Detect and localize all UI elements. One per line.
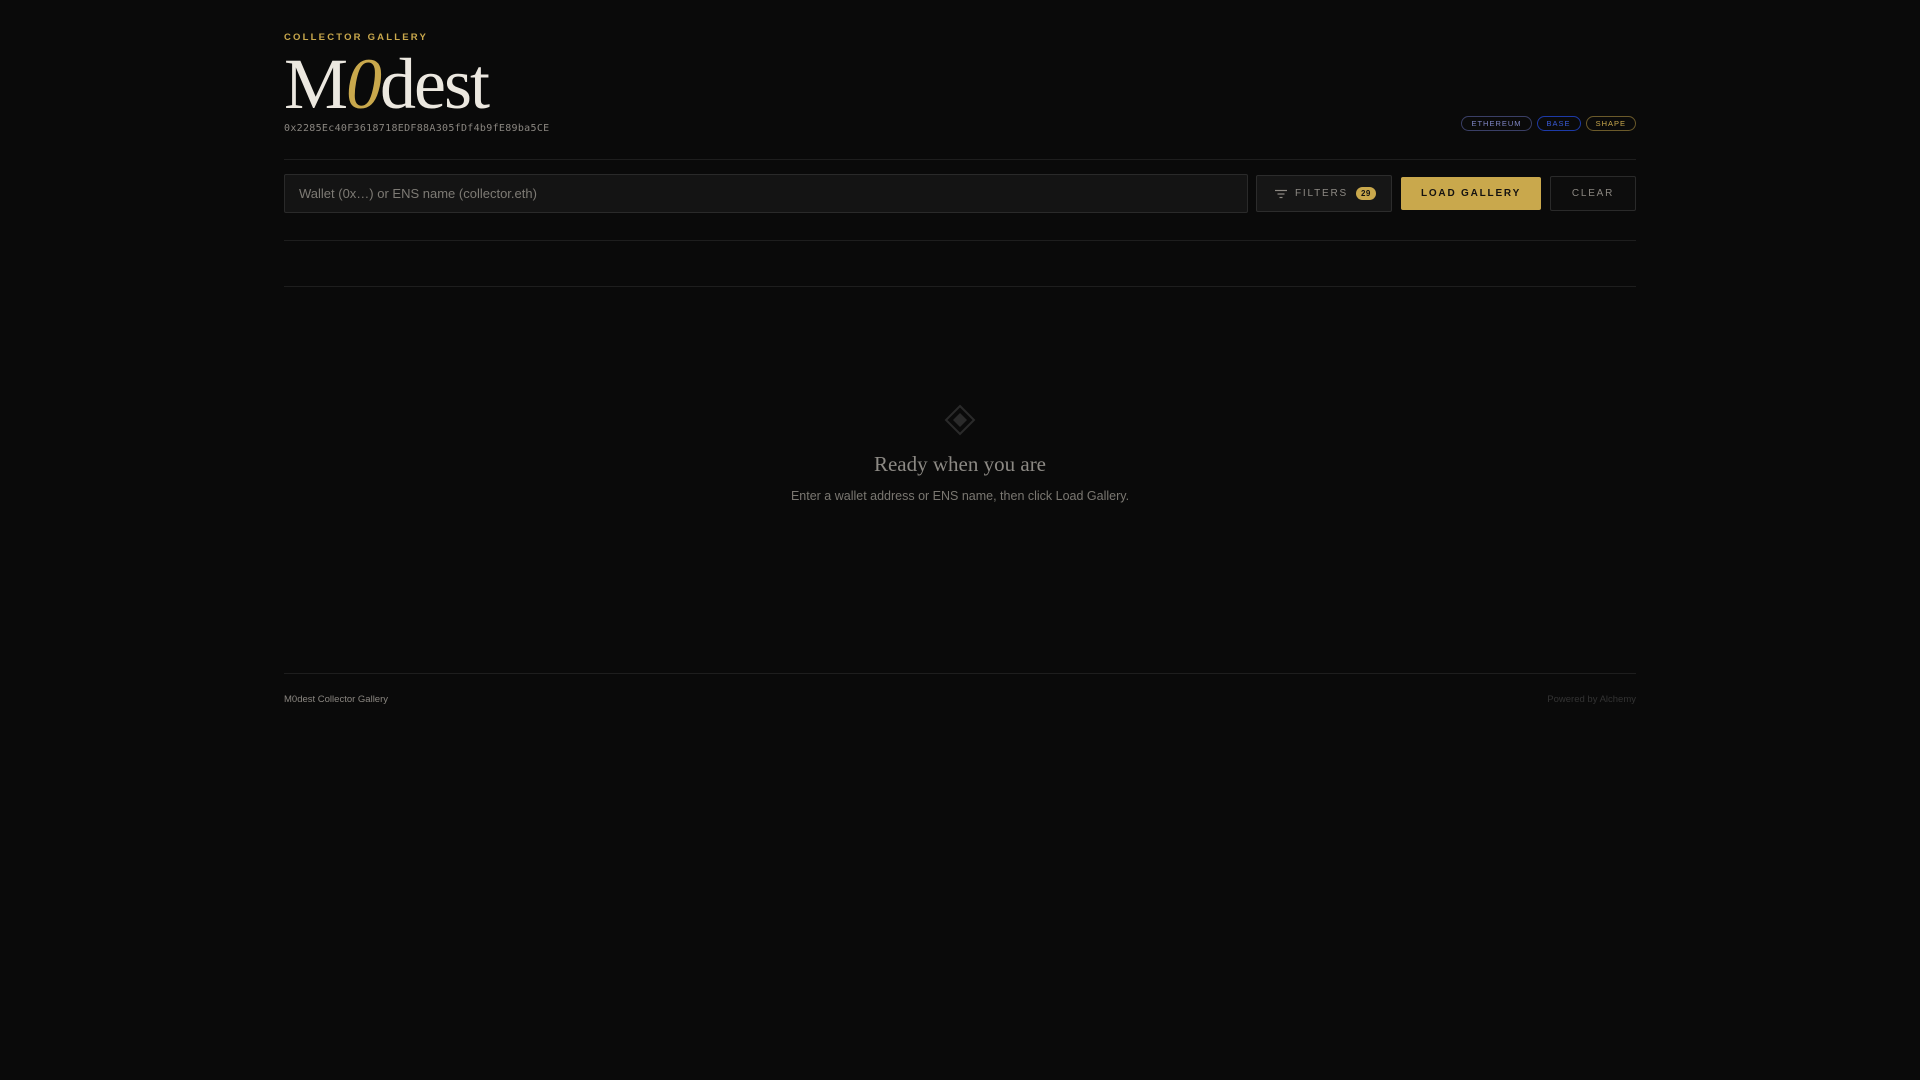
toolbar: FILTERS 29 LOAD GALLERY CLEAR (284, 174, 1636, 214)
chain-badge-shape: SHAPE (1585, 116, 1636, 131)
clear-button[interactable]: CLEAR (1550, 176, 1636, 211)
empty-state-title: Ready when you are (873, 452, 1047, 476)
footer-powered-by-link[interactable]: Powered by Alchemy (1547, 694, 1636, 705)
toolbar-divider (284, 240, 1636, 241)
logo-text-start: M (284, 44, 348, 124)
logo-text-end: dest (380, 44, 490, 124)
footer-divider (284, 673, 1636, 674)
empty-state-subtitle: Enter a wallet address or ENS name, then… (790, 489, 1130, 503)
filters-button[interactable]: FILTERS 29 (1256, 175, 1392, 212)
contract-address: 0x2285Ec40F3618718EDF88A305fDf4b9fE89ba5… (284, 123, 550, 134)
chain-badges: ETHEREUM BASE SHAPE (1461, 116, 1636, 131)
logo: M0dest (284, 44, 490, 124)
eyebrow-label: COLLECTOR GALLERY (284, 32, 429, 43)
chain-badge-base: BASE (1536, 116, 1581, 131)
wallet-search-input[interactable] (284, 174, 1248, 213)
filters-label: FILTERS (1295, 188, 1348, 199)
empty-state: Ready when you are Enter a wallet addres… (284, 404, 1636, 503)
diamond-icon (944, 404, 976, 436)
chain-badge-ethereum: ETHEREUM (1461, 116, 1532, 131)
filters-count-badge: 29 (1355, 187, 1376, 200)
stats-divider (284, 286, 1636, 287)
logo-text-accent: 0 (346, 44, 382, 124)
footer-brand: M0dest Collector Gallery (284, 694, 389, 705)
filter-icon (1275, 189, 1287, 198)
load-gallery-button[interactable]: LOAD GALLERY (1401, 177, 1541, 210)
header-divider (284, 159, 1636, 160)
